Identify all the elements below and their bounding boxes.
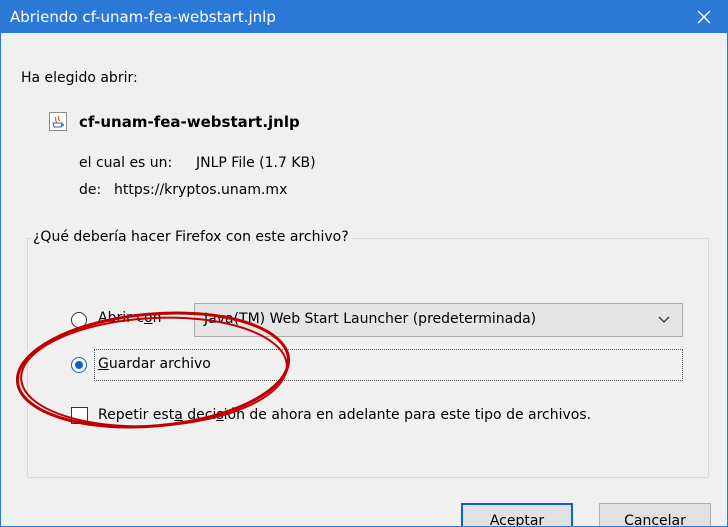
file-type-value: JNLP File (1.7 KB) — [196, 155, 316, 171]
close-icon — [697, 10, 711, 24]
file-source-label: de: — [79, 182, 102, 198]
open-with-label[interactable]: Abrir con — [98, 310, 161, 326]
cancel-button[interactable]: Cancelar — [599, 503, 711, 526]
close-button[interactable] — [681, 1, 727, 33]
java-file-icon — [49, 112, 67, 131]
application-select-value: Java(TM) Web Start Launcher (predetermin… — [204, 311, 537, 327]
file-type-label: el cual es un: — [79, 155, 173, 171]
intro-text: Ha elegido abrir: — [21, 70, 138, 86]
chevron-down-icon — [658, 316, 670, 323]
dialog-content: Ha elegido abrir: cf-unam-fea-webstart.j… — [1, 33, 727, 526]
action-question: ¿Qué debería hacer Firefox con este arch… — [31, 229, 353, 245]
open-with-radio[interactable] — [71, 312, 87, 328]
window-title: Abriendo cf-unam-fea-webstart.jnlp — [10, 8, 276, 26]
accept-button[interactable]: Aceptar — [461, 503, 573, 526]
remember-decision-label[interactable]: Repetir esta decisión de ahora en adelan… — [98, 407, 591, 423]
remember-decision-checkbox[interactable] — [71, 407, 88, 424]
file-source-value: https://kryptos.unam.mx — [114, 182, 288, 198]
file-name: cf-unam-fea-webstart.jnlp — [79, 113, 300, 131]
title-bar[interactable]: Abriendo cf-unam-fea-webstart.jnlp — [1, 1, 727, 33]
save-file-label[interactable]: Guardar archivo — [98, 356, 211, 372]
save-file-radio[interactable] — [71, 357, 87, 373]
application-select[interactable]: Java(TM) Web Start Launcher (predetermin… — [194, 303, 683, 337]
download-dialog-window: Abriendo cf-unam-fea-webstart.jnlp Ha el… — [0, 0, 728, 527]
